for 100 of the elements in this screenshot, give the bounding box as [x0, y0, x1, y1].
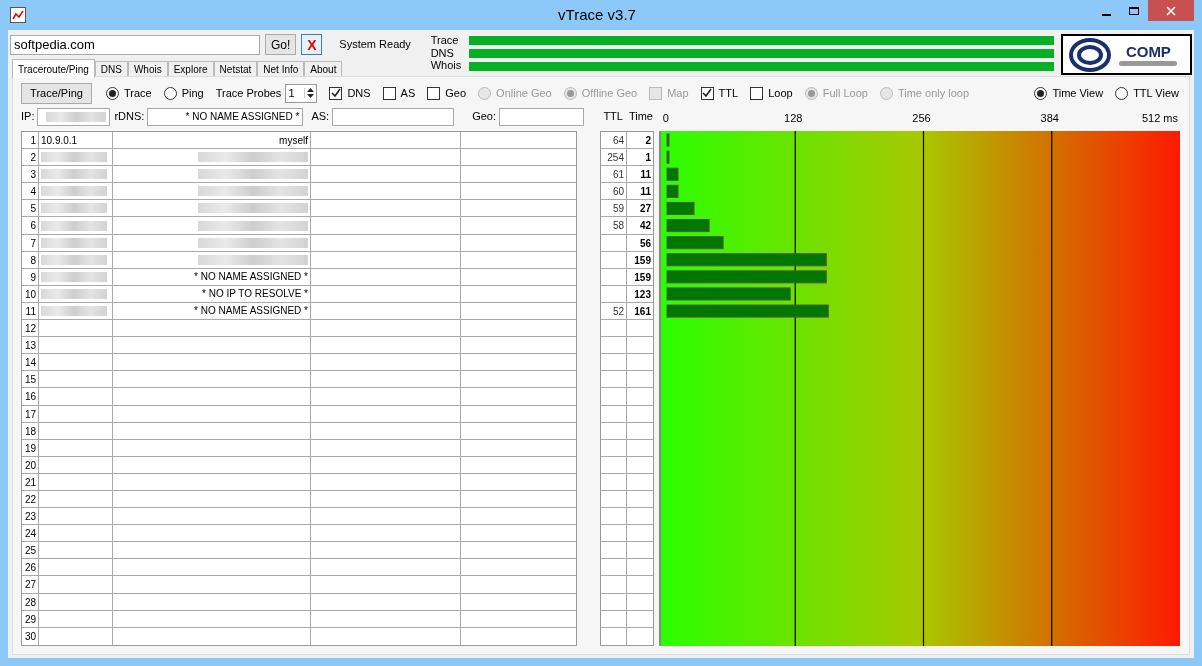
time-cell: 27: [639, 203, 651, 215]
option-label: Full Loop: [822, 85, 868, 101]
row-number: 29: [22, 610, 39, 627]
tab[interactable]: Net Info: [257, 61, 305, 77]
rdns-cell-text: myself: [279, 133, 308, 148]
option-label: Map: [667, 85, 689, 101]
up-arrow-icon[interactable]: [307, 88, 315, 92]
ttl-cell: 254: [607, 152, 624, 164]
info-field[interactable]: * NO NAME ASSIGNED *: [147, 107, 304, 126]
option-label: DNS: [347, 85, 371, 101]
row-number: 4: [22, 183, 39, 200]
option-label: Geo: [445, 85, 467, 101]
ttl-cell: 52: [612, 305, 624, 317]
tab[interactable]: Traceroute/Ping: [12, 59, 95, 78]
tab[interactable]: Netstat: [213, 61, 258, 77]
row-number: 15: [22, 371, 39, 388]
row-number: 26: [22, 559, 39, 576]
tab[interactable]: DNS: [94, 61, 128, 77]
progress-label: Whois: [430, 59, 462, 72]
option-label: Trace: [124, 85, 152, 101]
row-number: 2: [22, 149, 39, 166]
progress-label: Trace: [430, 34, 460, 47]
progress-label: DNS: [430, 46, 455, 60]
column-header: Time: [628, 109, 653, 125]
axis-label: 384: [1040, 111, 1059, 126]
host-field[interactable]: softpedia.com: [10, 34, 260, 55]
row-number: 1: [22, 132, 39, 149]
row-number: 8: [22, 251, 39, 268]
radio-button[interactable]: [1115, 86, 1129, 100]
app-icon: [10, 7, 26, 23]
window-title: vTrace v3.7: [557, 4, 637, 25]
down-arrow-icon[interactable]: [307, 94, 315, 98]
row-number: 22: [22, 490, 39, 508]
tab[interactable]: Whois: [127, 61, 168, 77]
option-label: TTL: [718, 85, 739, 101]
time-cell: 1: [645, 152, 651, 164]
row-number: 28: [22, 593, 39, 610]
column-header: TTL: [603, 109, 623, 125]
row-number: 24: [22, 525, 39, 542]
rdns-cell-text: * NO IP TO RESOLVE *: [202, 287, 308, 302]
tab[interactable]: Explore: [167, 61, 214, 77]
row-number: 10: [22, 285, 39, 302]
axis-label: 256: [912, 111, 931, 126]
row-number: 19: [22, 439, 39, 456]
row-number: 14: [22, 354, 39, 371]
checkbox[interactable]: [750, 86, 764, 100]
time-cell: 161: [634, 305, 651, 317]
ttl-cell: 60: [612, 186, 624, 198]
time-cell: 11: [640, 186, 651, 198]
checkbox[interactable]: [700, 86, 714, 100]
ttl-cell: 64: [612, 135, 624, 146]
row-number: 20: [22, 456, 39, 473]
trace-ping-button[interactable]: Trace/Ping: [21, 82, 92, 104]
row-number: 17: [22, 405, 39, 422]
option-label: Trace Probes: [215, 85, 282, 101]
rdns-cell-text: * NO NAME ASSIGNED *: [194, 270, 308, 285]
logo-text: COMP: [1125, 43, 1171, 59]
row-number: 27: [22, 576, 39, 593]
option-label: TTL View: [1133, 85, 1179, 101]
time-cell: 11: [640, 169, 651, 181]
row-number: 21: [22, 473, 39, 490]
time-cell: 2: [645, 135, 651, 146]
field-label: IP:: [21, 109, 35, 125]
option-label: Online Geo: [496, 85, 552, 101]
field-label: AS:: [311, 109, 330, 125]
axis-label: 128: [784, 111, 803, 126]
ttl-cell: 59: [612, 203, 624, 215]
ip-cell-text: 10.9.0.1: [41, 133, 78, 148]
row-number: 11: [22, 302, 39, 320]
field-label: Geo:: [472, 109, 496, 125]
row-number: 18: [22, 422, 39, 439]
stop-button[interactable]: X: [301, 34, 323, 55]
option-label: Time View: [1052, 85, 1104, 101]
tab[interactable]: About: [304, 61, 343, 77]
status-text: System Ready: [339, 37, 411, 53]
row-number: 16: [22, 388, 39, 405]
time-cell: 42: [639, 220, 651, 232]
info-field[interactable]: [37, 107, 111, 126]
radio-button[interactable]: [163, 86, 177, 100]
radio-button[interactable]: [1034, 86, 1048, 100]
row-number: 30: [22, 627, 39, 645]
spin-field[interactable]: 1: [285, 83, 318, 103]
checkbox[interactable]: [382, 86, 396, 100]
axis-label: 0: [662, 111, 669, 126]
time-cell: 56: [639, 237, 651, 249]
checkbox[interactable]: [427, 86, 441, 100]
option-label: AS: [400, 85, 416, 101]
row-number: 6: [22, 217, 39, 234]
axis-label: 512 ms: [1141, 111, 1178, 126]
info-field[interactable]: [499, 107, 584, 126]
info-field[interactable]: [332, 107, 455, 126]
go-button[interactable]: Go!: [265, 34, 297, 55]
logo-icon: [1069, 37, 1112, 72]
radio-button[interactable]: [106, 86, 119, 100]
row-number: 9: [22, 268, 39, 285]
row-number: 12: [22, 320, 39, 337]
time-cell: 159: [634, 254, 651, 266]
checkbox[interactable]: [329, 86, 343, 100]
row-number: 7: [22, 234, 39, 251]
time-cell: 159: [634, 271, 651, 283]
